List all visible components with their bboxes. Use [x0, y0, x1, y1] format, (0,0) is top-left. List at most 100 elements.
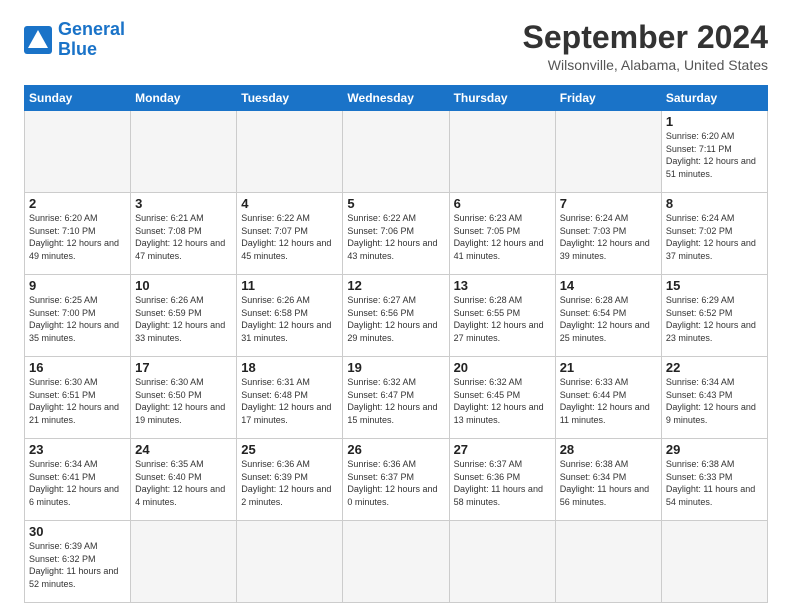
day-number: 20: [454, 360, 551, 375]
table-row: 24Sunrise: 6:35 AMSunset: 6:40 PMDayligh…: [131, 439, 237, 521]
table-row: 9Sunrise: 6:25 AMSunset: 7:00 PMDaylight…: [25, 275, 131, 357]
table-row: [449, 111, 555, 193]
logo: General Blue: [24, 20, 125, 60]
col-thursday: Thursday: [449, 86, 555, 111]
day-info: Sunrise: 6:28 AMSunset: 6:55 PMDaylight:…: [454, 294, 551, 344]
day-info: Sunrise: 6:36 AMSunset: 6:39 PMDaylight:…: [241, 458, 338, 508]
day-number: 30: [29, 524, 126, 539]
table-row: 14Sunrise: 6:28 AMSunset: 6:54 PMDayligh…: [555, 275, 661, 357]
logo-icon: [24, 26, 52, 54]
day-number: 7: [560, 196, 657, 211]
day-number: 23: [29, 442, 126, 457]
day-number: 19: [347, 360, 444, 375]
table-row: 17Sunrise: 6:30 AMSunset: 6:50 PMDayligh…: [131, 357, 237, 439]
day-number: 15: [666, 278, 763, 293]
table-row: 6Sunrise: 6:23 AMSunset: 7:05 PMDaylight…: [449, 193, 555, 275]
day-number: 12: [347, 278, 444, 293]
table-row: 4Sunrise: 6:22 AMSunset: 7:07 PMDaylight…: [237, 193, 343, 275]
day-info: Sunrise: 6:28 AMSunset: 6:54 PMDaylight:…: [560, 294, 657, 344]
table-row: [343, 521, 449, 603]
table-row: [237, 521, 343, 603]
day-info: Sunrise: 6:20 AMSunset: 7:11 PMDaylight:…: [666, 130, 763, 180]
day-number: 22: [666, 360, 763, 375]
table-row: 15Sunrise: 6:29 AMSunset: 6:52 PMDayligh…: [661, 275, 767, 357]
col-wednesday: Wednesday: [343, 86, 449, 111]
day-info: Sunrise: 6:37 AMSunset: 6:36 PMDaylight:…: [454, 458, 551, 508]
day-info: Sunrise: 6:22 AMSunset: 7:06 PMDaylight:…: [347, 212, 444, 262]
day-number: 17: [135, 360, 232, 375]
day-number: 18: [241, 360, 338, 375]
day-number: 25: [241, 442, 338, 457]
day-number: 11: [241, 278, 338, 293]
day-number: 10: [135, 278, 232, 293]
table-row: [131, 111, 237, 193]
day-info: Sunrise: 6:38 AMSunset: 6:33 PMDaylight:…: [666, 458, 763, 508]
table-row: [555, 521, 661, 603]
calendar-week-row: 30Sunrise: 6:39 AMSunset: 6:32 PMDayligh…: [25, 521, 768, 603]
col-friday: Friday: [555, 86, 661, 111]
day-number: 1: [666, 114, 763, 129]
table-row: 8Sunrise: 6:24 AMSunset: 7:02 PMDaylight…: [661, 193, 767, 275]
day-info: Sunrise: 6:34 AMSunset: 6:41 PMDaylight:…: [29, 458, 126, 508]
table-row: 13Sunrise: 6:28 AMSunset: 6:55 PMDayligh…: [449, 275, 555, 357]
day-info: Sunrise: 6:38 AMSunset: 6:34 PMDaylight:…: [560, 458, 657, 508]
day-number: 16: [29, 360, 126, 375]
table-row: 23Sunrise: 6:34 AMSunset: 6:41 PMDayligh…: [25, 439, 131, 521]
day-info: Sunrise: 6:32 AMSunset: 6:47 PMDaylight:…: [347, 376, 444, 426]
table-row: 16Sunrise: 6:30 AMSunset: 6:51 PMDayligh…: [25, 357, 131, 439]
table-row: 5Sunrise: 6:22 AMSunset: 7:06 PMDaylight…: [343, 193, 449, 275]
day-number: 5: [347, 196, 444, 211]
day-info: Sunrise: 6:36 AMSunset: 6:37 PMDaylight:…: [347, 458, 444, 508]
table-row: 26Sunrise: 6:36 AMSunset: 6:37 PMDayligh…: [343, 439, 449, 521]
day-number: 13: [454, 278, 551, 293]
day-info: Sunrise: 6:23 AMSunset: 7:05 PMDaylight:…: [454, 212, 551, 262]
day-number: 27: [454, 442, 551, 457]
table-row: 20Sunrise: 6:32 AMSunset: 6:45 PMDayligh…: [449, 357, 555, 439]
day-info: Sunrise: 6:25 AMSunset: 7:00 PMDaylight:…: [29, 294, 126, 344]
table-row: [555, 111, 661, 193]
day-number: 6: [454, 196, 551, 211]
day-info: Sunrise: 6:26 AMSunset: 6:59 PMDaylight:…: [135, 294, 232, 344]
table-row: 3Sunrise: 6:21 AMSunset: 7:08 PMDaylight…: [131, 193, 237, 275]
day-number: 4: [241, 196, 338, 211]
table-row: 11Sunrise: 6:26 AMSunset: 6:58 PMDayligh…: [237, 275, 343, 357]
day-info: Sunrise: 6:30 AMSunset: 6:50 PMDaylight:…: [135, 376, 232, 426]
day-number: 9: [29, 278, 126, 293]
col-saturday: Saturday: [661, 86, 767, 111]
col-sunday: Sunday: [25, 86, 131, 111]
day-info: Sunrise: 6:35 AMSunset: 6:40 PMDaylight:…: [135, 458, 232, 508]
table-row: 29Sunrise: 6:38 AMSunset: 6:33 PMDayligh…: [661, 439, 767, 521]
day-info: Sunrise: 6:20 AMSunset: 7:10 PMDaylight:…: [29, 212, 126, 262]
day-info: Sunrise: 6:22 AMSunset: 7:07 PMDaylight:…: [241, 212, 338, 262]
day-number: 29: [666, 442, 763, 457]
month-title: September 2024: [523, 20, 768, 55]
day-number: 21: [560, 360, 657, 375]
day-info: Sunrise: 6:34 AMSunset: 6:43 PMDaylight:…: [666, 376, 763, 426]
day-info: Sunrise: 6:32 AMSunset: 6:45 PMDaylight:…: [454, 376, 551, 426]
logo-text: General Blue: [58, 20, 125, 60]
day-info: Sunrise: 6:30 AMSunset: 6:51 PMDaylight:…: [29, 376, 126, 426]
table-row: 28Sunrise: 6:38 AMSunset: 6:34 PMDayligh…: [555, 439, 661, 521]
col-tuesday: Tuesday: [237, 86, 343, 111]
table-row: 21Sunrise: 6:33 AMSunset: 6:44 PMDayligh…: [555, 357, 661, 439]
calendar-header-row: Sunday Monday Tuesday Wednesday Thursday…: [25, 86, 768, 111]
day-info: Sunrise: 6:39 AMSunset: 6:32 PMDaylight:…: [29, 540, 126, 590]
table-row: [661, 521, 767, 603]
day-info: Sunrise: 6:29 AMSunset: 6:52 PMDaylight:…: [666, 294, 763, 344]
day-number: 14: [560, 278, 657, 293]
day-number: 2: [29, 196, 126, 211]
calendar-week-row: 23Sunrise: 6:34 AMSunset: 6:41 PMDayligh…: [25, 439, 768, 521]
day-info: Sunrise: 6:21 AMSunset: 7:08 PMDaylight:…: [135, 212, 232, 262]
location-subtitle: Wilsonville, Alabama, United States: [523, 57, 768, 73]
table-row: 1Sunrise: 6:20 AMSunset: 7:11 PMDaylight…: [661, 111, 767, 193]
table-row: 30Sunrise: 6:39 AMSunset: 6:32 PMDayligh…: [25, 521, 131, 603]
day-info: Sunrise: 6:24 AMSunset: 7:03 PMDaylight:…: [560, 212, 657, 262]
day-info: Sunrise: 6:26 AMSunset: 6:58 PMDaylight:…: [241, 294, 338, 344]
table-row: 27Sunrise: 6:37 AMSunset: 6:36 PMDayligh…: [449, 439, 555, 521]
table-row: 19Sunrise: 6:32 AMSunset: 6:47 PMDayligh…: [343, 357, 449, 439]
table-row: [25, 111, 131, 193]
calendar-table: Sunday Monday Tuesday Wednesday Thursday…: [24, 85, 768, 603]
table-row: 25Sunrise: 6:36 AMSunset: 6:39 PMDayligh…: [237, 439, 343, 521]
calendar-week-row: 2Sunrise: 6:20 AMSunset: 7:10 PMDaylight…: [25, 193, 768, 275]
day-info: Sunrise: 6:33 AMSunset: 6:44 PMDaylight:…: [560, 376, 657, 426]
